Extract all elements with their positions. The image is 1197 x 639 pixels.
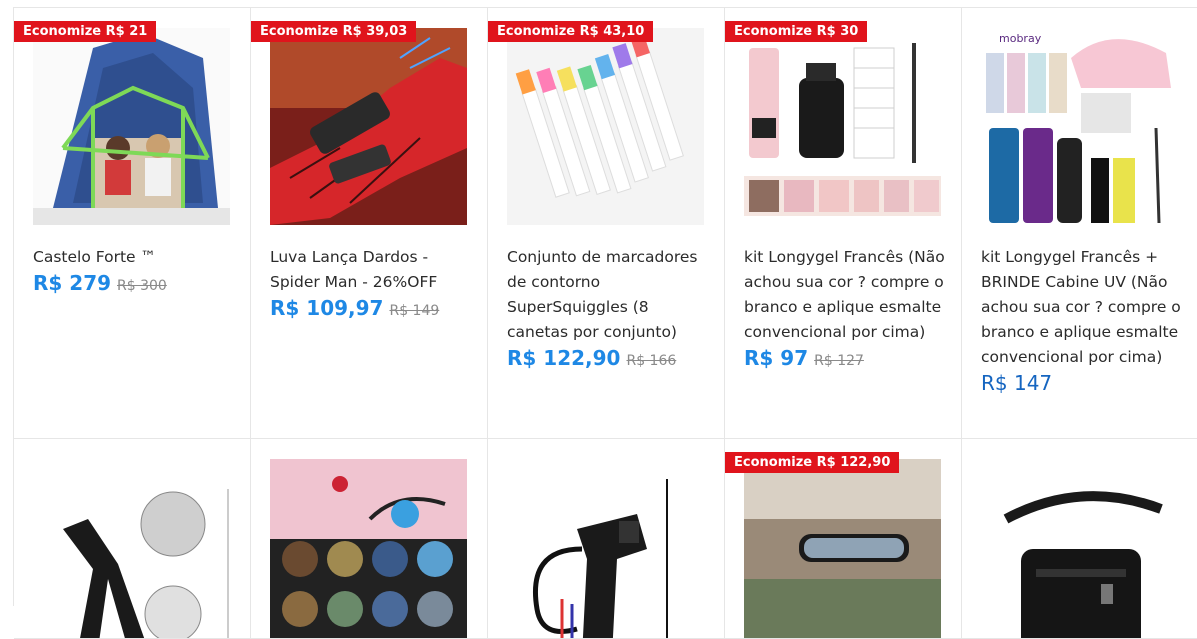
product-card[interactable]: Economize R$ 21 Castelo Forte ™ R$ 279 R$… (14, 8, 251, 439)
sale-price: R$ 97 (744, 346, 809, 370)
product-card[interactable]: Economize R$ 122,90 (725, 439, 962, 639)
product-image-spider-glove[interactable] (270, 28, 467, 225)
product-title[interactable]: Castelo Forte ™ (33, 245, 238, 270)
price-row: R$ 279 R$ 300 (33, 271, 238, 299)
original-price: R$ 127 (814, 353, 864, 369)
product-card[interactable] (488, 439, 725, 639)
sale-price: R$ 279 (33, 271, 112, 295)
original-price: R$ 149 (389, 303, 440, 319)
product-image-markers[interactable] (507, 28, 704, 225)
product-image-car-mirror[interactable] (744, 459, 941, 638)
discount-badge: Economize R$ 30 (725, 21, 868, 42)
discount-badge: Economize R$ 122,90 (725, 452, 900, 473)
discount-badge: Economize R$ 21 (14, 21, 157, 42)
product-card[interactable]: Economize R$ 43,10 Conjunto de marcadore… (488, 8, 725, 439)
price: R$ 147 (981, 371, 1053, 395)
product-card[interactable]: mobray kit Longygel Francês + BRINDE Cab… (962, 8, 1197, 439)
product-card[interactable] (14, 439, 251, 639)
discount-badge: Economize R$ 43,10 (488, 21, 654, 42)
product-image-contact-lenses[interactable] (270, 459, 467, 638)
product-title[interactable]: Conjunto de marcadores de contorno Super… (507, 245, 712, 345)
sale-price: R$ 122,90 (507, 346, 621, 370)
product-image-nail-clipper[interactable] (33, 459, 230, 638)
product-grid: Economize R$ 21 Castelo Forte ™ R$ 279 R$… (13, 7, 1197, 639)
product-title[interactable]: kit Longygel Francês + BRINDE Cabine UV … (981, 245, 1186, 370)
product-card[interactable] (962, 439, 1197, 639)
product-card[interactable]: Economize R$ 39,03 Luva Lança Dardos - S… (251, 8, 488, 439)
product-image-air-compressor[interactable] (507, 459, 704, 638)
sale-price: R$ 109,97 (270, 296, 384, 320)
price-row: R$ 122,90 R$ 166 (507, 346, 712, 374)
product-image-gel-kit[interactable] (744, 28, 941, 225)
product-card[interactable]: Economize R$ 30 kit Longygel Francês (Nã… (725, 8, 962, 439)
price-row: R$ 147 (981, 371, 1186, 398)
product-card[interactable] (251, 439, 488, 639)
product-image-castle-fort[interactable] (33, 28, 230, 225)
price-row: R$ 109,97 R$ 149 (270, 296, 475, 324)
product-image-gel-kit-uv[interactable]: mobray (981, 28, 1178, 225)
product-title[interactable]: Luva Lança Dardos - Spider Man - 26%OFF (270, 245, 475, 295)
product-image-waist-bag[interactable] (981, 459, 1178, 638)
brand-logo: mobray (999, 32, 1042, 45)
product-title[interactable]: kit Longygel Francês (Não achou sua cor … (744, 245, 949, 345)
discount-badge: Economize R$ 39,03 (251, 21, 417, 42)
original-price: R$ 300 (117, 278, 167, 294)
original-price: R$ 166 (626, 353, 677, 369)
price-row: R$ 97 R$ 127 (744, 346, 949, 374)
